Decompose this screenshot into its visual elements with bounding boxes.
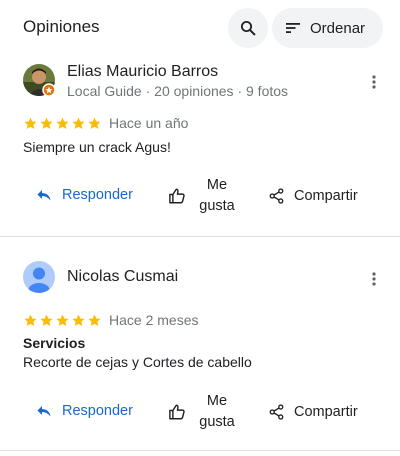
photo-avatar-icon [23, 64, 56, 97]
reviews-header: Opiniones Ordenar [0, 0, 400, 56]
like-label: Me gusta [197, 175, 237, 217]
share-button[interactable]: Compartir [268, 403, 358, 421]
sort-icon [286, 23, 300, 33]
review-date: Hace 2 meses [109, 312, 199, 328]
reply-button[interactable]: Responder [36, 187, 133, 203]
like-label-line: Me [206, 393, 228, 409]
like-label-line: Me [206, 177, 228, 193]
star-icon [24, 117, 37, 129]
default-person-avatar-icon [23, 261, 55, 293]
star-icon [56, 117, 69, 129]
like-label-line: gusta [199, 198, 235, 214]
star-icon [24, 314, 37, 326]
reply-label: Responder [62, 187, 133, 203]
more-vert-icon [372, 75, 376, 89]
star-rating [23, 116, 102, 131]
review-card: Nicolas Cusmai Hace 2 meses Servicios Re… [0, 237, 400, 451]
star-icon [88, 117, 101, 129]
share-button[interactable]: Compartir [268, 187, 358, 205]
reviewer-name[interactable]: Elias Mauricio Barros [67, 63, 218, 81]
sort-button[interactable]: Ordenar [272, 8, 383, 48]
star-icon [40, 117, 53, 129]
service-title: Servicios [23, 335, 86, 351]
reviewer-meta: Local Guide · 20 opiniones · 9 fotos [67, 83, 289, 99]
search-icon [240, 20, 256, 36]
star-icon [72, 314, 85, 326]
share-label: Compartir [294, 404, 358, 420]
more-vert-icon [372, 272, 376, 286]
thumbs-up-icon [169, 188, 185, 204]
reviews-title: Opiniones [23, 17, 100, 36]
sort-button-label: Ordenar [310, 19, 366, 37]
share-icon [269, 404, 284, 420]
share-label: Compartir [294, 188, 358, 204]
thumbs-up-icon [169, 404, 185, 420]
reviewer-avatar[interactable] [23, 64, 56, 97]
star-icon [40, 314, 53, 326]
star-icon [56, 314, 69, 326]
like-button[interactable]: Me gusta [168, 391, 237, 433]
reply-icon [37, 406, 51, 417]
reviewer-name[interactable]: Nicolas Cusmai [67, 268, 178, 286]
review-text: Siempre un crack Agus! [23, 139, 171, 155]
more-options-button[interactable] [362, 70, 386, 94]
star-rating [23, 313, 102, 328]
like-button[interactable]: Me gusta [168, 175, 237, 217]
review-date: Hace un año [109, 115, 189, 131]
like-label: Me gusta [197, 391, 237, 433]
reply-icon [37, 190, 51, 201]
share-icon [269, 188, 284, 204]
like-label-line: gusta [199, 414, 235, 430]
star-icon [88, 314, 101, 326]
more-options-button[interactable] [362, 267, 386, 291]
search-reviews-button[interactable] [228, 8, 268, 48]
review-text: Recorte de cejas y Cortes de cabello [23, 354, 252, 370]
star-icon [72, 117, 85, 129]
review-card: Elias Mauricio Barros Local Guide · 20 o… [0, 56, 400, 237]
reply-label: Responder [62, 403, 133, 419]
reply-button[interactable]: Responder [36, 403, 133, 419]
reviewer-avatar[interactable] [23, 261, 55, 293]
